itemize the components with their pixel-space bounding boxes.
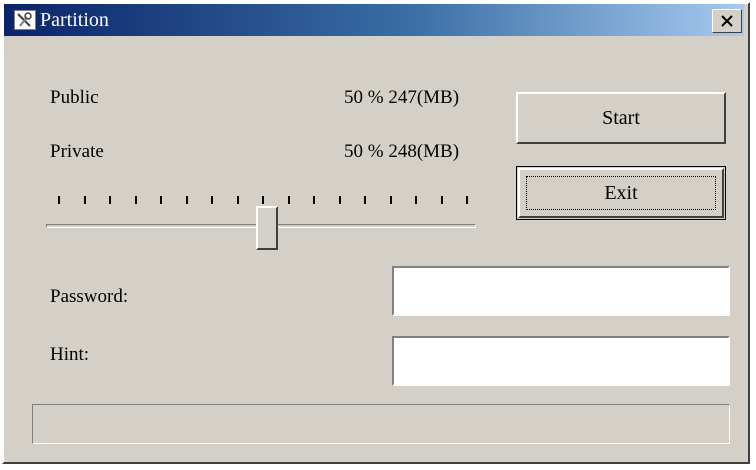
partition-slider-thumb[interactable]	[256, 206, 278, 250]
public-size-value: 50 % 247(MB)	[344, 87, 460, 108]
exit-button-label: Exit	[604, 182, 638, 204]
password-input[interactable]	[392, 266, 730, 316]
password-label: Password:	[50, 286, 129, 307]
slider-tick	[313, 196, 315, 204]
slider-tick	[389, 196, 392, 204]
exit-button[interactable]: Exit	[516, 166, 726, 220]
slider-tick	[440, 196, 443, 204]
slider-tick	[466, 196, 468, 204]
slider-tick	[211, 196, 213, 204]
start-button-label: Start	[602, 106, 640, 129]
title-bar[interactable]: Partition	[4, 4, 744, 36]
slider-tick	[58, 196, 60, 204]
slider-tick	[262, 196, 264, 204]
close-icon	[721, 15, 733, 27]
hint-input[interactable]	[392, 336, 730, 386]
partition-dialog	[2, 2, 750, 464]
start-button[interactable]: Start	[516, 92, 726, 144]
slider-tick	[109, 196, 111, 204]
slider-tick	[160, 196, 162, 204]
private-size-value: 50 % 248(MB)	[344, 141, 460, 162]
close-button[interactable]	[712, 9, 742, 33]
slider-tick	[415, 196, 417, 204]
window-title: Partition	[40, 9, 109, 31]
slider-tick	[338, 196, 341, 204]
slider-tick	[83, 196, 86, 204]
slider-tick	[134, 196, 137, 204]
progress-bar	[32, 404, 730, 444]
slider-tick	[364, 196, 366, 204]
slider-tick	[287, 196, 290, 204]
slider-tick	[236, 196, 239, 204]
slider-tick	[185, 196, 188, 204]
private-label: Private	[50, 141, 104, 162]
hint-label: Hint:	[50, 344, 90, 365]
tools-icon	[14, 10, 36, 30]
public-label: Public	[50, 87, 99, 108]
